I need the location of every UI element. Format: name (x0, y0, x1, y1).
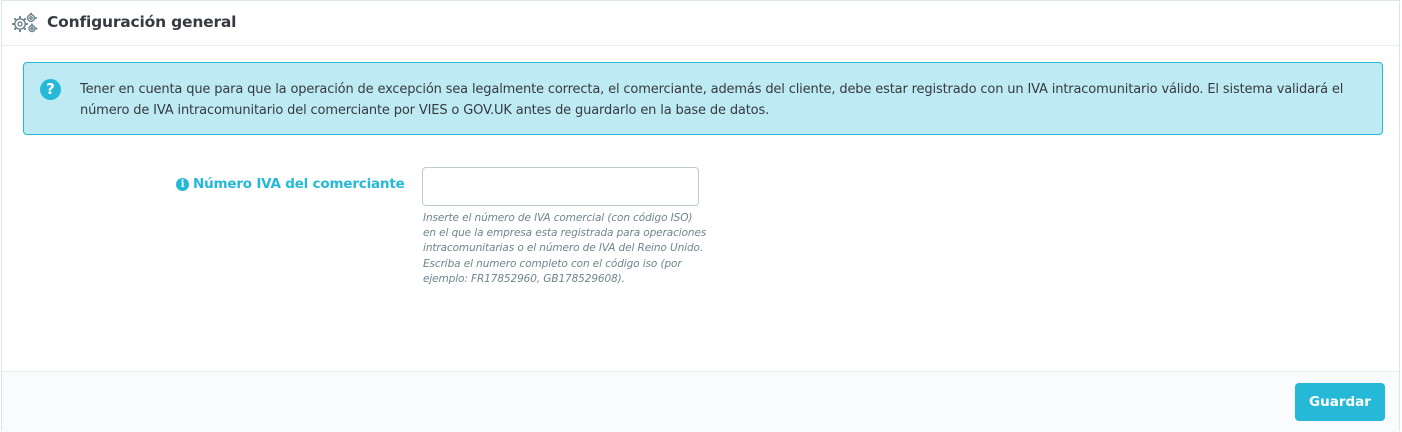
question-circle-icon: ? (40, 79, 61, 100)
merchant-vat-help-text: Inserte el número de IVA comercial (con … (423, 212, 707, 285)
info-circle-icon[interactable]: i (176, 177, 189, 191)
general-settings-panel: Configuración general ? Tener en cuenta … (1, 0, 1400, 432)
save-button[interactable]: Guardar (1295, 383, 1385, 421)
merchant-vat-input[interactable] (422, 167, 699, 206)
gears-icon (11, 12, 39, 34)
alert-text: Tener en cuenta que para que la operació… (80, 82, 1344, 118)
panel-header: Configuración general (2, 1, 1399, 46)
panel-footer: Guardar (2, 371, 1399, 432)
merchant-vat-label: i Número IVA del comerciante (176, 176, 405, 192)
merchant-vat-label-text: Número IVA del comerciante (193, 176, 405, 192)
info-alert: ? Tener en cuenta que para que la operac… (23, 62, 1383, 135)
panel-title: Configuración general (47, 13, 237, 31)
